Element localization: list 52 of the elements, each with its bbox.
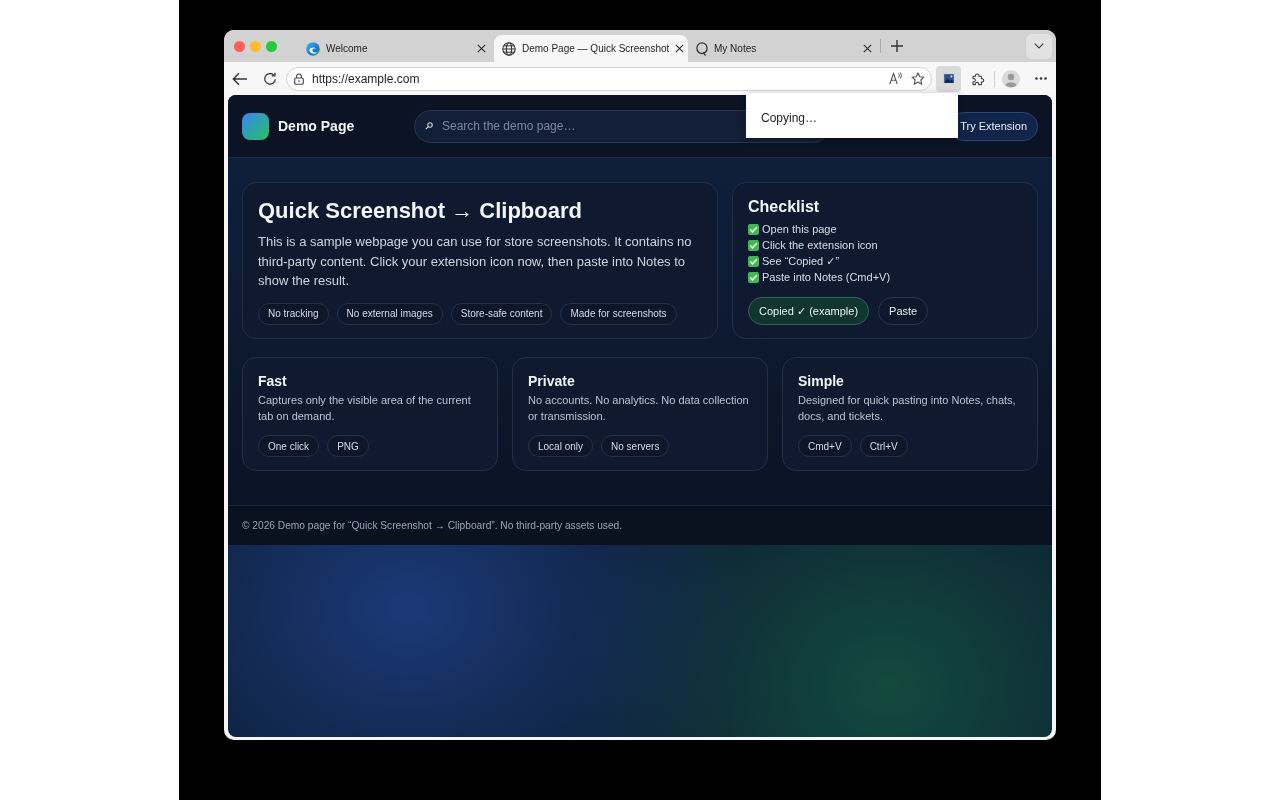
feature-title: Private bbox=[528, 372, 576, 390]
browser-tab[interactable]: Welcome bbox=[298, 35, 494, 62]
popup-status-text: Copying… bbox=[761, 111, 818, 125]
browser-tab[interactable]: My Notes bbox=[688, 35, 880, 62]
close-tab-icon[interactable] bbox=[477, 44, 486, 53]
intro-paragraph: This is a sample webpage you can use for store screenshots. It contains no third-party content. Click your extension icon now, then paste into Notes to show the result. bbox=[258, 233, 693, 290]
tag: PNG bbox=[327, 435, 369, 457]
copied-button[interactable]: Copied ✓ (example) bbox=[748, 297, 870, 325]
browser-tab[interactable]: Demo Page — Quick Screenshot bbox=[494, 35, 688, 62]
tag: No external images bbox=[336, 302, 443, 325]
tag: Cmd+V bbox=[798, 435, 852, 457]
star-icon[interactable] bbox=[911, 71, 925, 86]
plus-icon[interactable] bbox=[890, 39, 904, 53]
checklist-item: See “Copied ✓” bbox=[762, 253, 840, 269]
checklist-title: Checklist bbox=[748, 197, 821, 217]
tag: Store-safe content bbox=[450, 302, 553, 325]
back-icon[interactable] bbox=[232, 71, 248, 86]
tag: No servers bbox=[601, 435, 670, 457]
more-icon[interactable] bbox=[1035, 77, 1047, 80]
hero-title: Quick Screenshot → Clipboard bbox=[258, 197, 583, 225]
reload-icon[interactable] bbox=[263, 71, 277, 86]
close-tab-icon[interactable] bbox=[863, 44, 872, 53]
puzzle-icon[interactable] bbox=[971, 71, 985, 86]
tag: No tracking bbox=[258, 302, 329, 325]
chevron-down-icon bbox=[1034, 43, 1044, 49]
globe-icon bbox=[502, 41, 516, 56]
footer-text: © 2026 Demo page for “Quick Screenshot → Clipboard”. No third-party assets used. bbox=[242, 518, 623, 533]
checklist-item: Click the extension icon bbox=[762, 237, 878, 253]
search-icon bbox=[425, 122, 433, 130]
letter-q-icon bbox=[696, 41, 708, 56]
lock-icon bbox=[294, 72, 304, 85]
extension-button[interactable] bbox=[936, 65, 961, 92]
avatar-icon[interactable] bbox=[1002, 69, 1020, 88]
logo-icon bbox=[242, 112, 269, 140]
tag: One click bbox=[258, 435, 320, 457]
checklist-item: Open this page bbox=[762, 221, 837, 237]
image-icon bbox=[942, 73, 955, 84]
close-tab-icon[interactable] bbox=[675, 44, 685, 53]
tag: Local only bbox=[528, 435, 594, 457]
tag: Made for screenshots bbox=[560, 302, 677, 325]
feature-description: No accounts. No analytics. No data collection or transmission. bbox=[528, 393, 750, 424]
feature-title: Simple bbox=[798, 372, 845, 390]
checklist-item: Paste into Notes (Cmd+V) bbox=[762, 269, 891, 285]
brand-name: Demo Page bbox=[278, 116, 355, 136]
swirl-logo-icon bbox=[306, 41, 320, 56]
read-aloud-icon[interactable] bbox=[889, 72, 903, 85]
address-field[interactable]: https://example.com bbox=[286, 66, 932, 91]
feature-title: Fast bbox=[258, 372, 288, 390]
tag: Ctrl+V bbox=[859, 435, 908, 457]
paste-button[interactable]: Paste bbox=[878, 297, 929, 325]
feature-description: Designed for quick pasting into Notes, chats, docs, and tickets. bbox=[798, 393, 1017, 424]
feature-description: Captures only the visible area of the current tab on demand. bbox=[258, 393, 472, 424]
